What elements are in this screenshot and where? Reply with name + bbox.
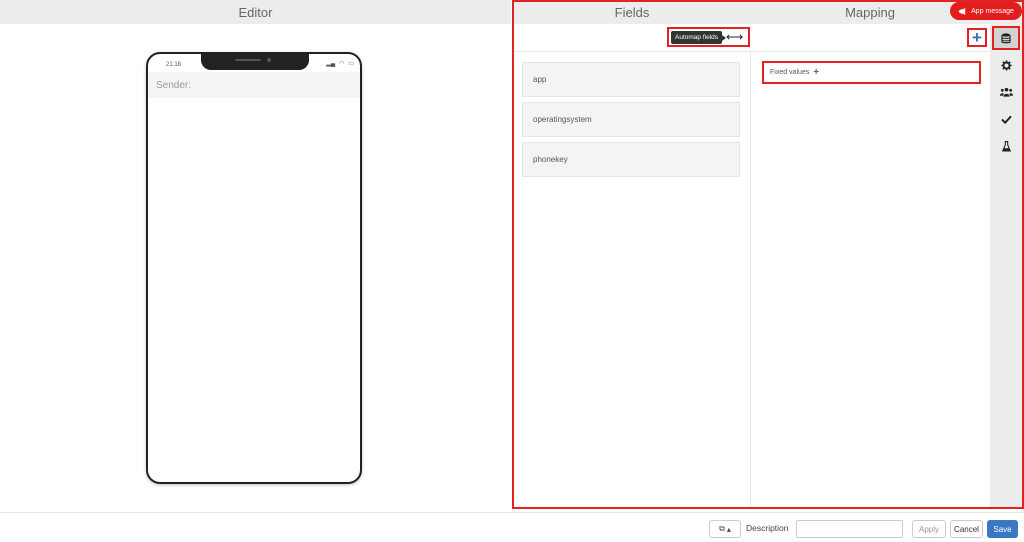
editor-header: Editor — [0, 0, 511, 24]
description-input[interactable] — [796, 520, 903, 538]
speaker-slot — [235, 59, 261, 61]
signal-icon: ▂▄ — [326, 61, 336, 67]
description-label: Description — [746, 523, 789, 533]
apply-button[interactable]: Apply — [912, 520, 946, 538]
highlight-frame — [512, 0, 1024, 509]
status-icons: ▂▄ ◠ ▭ — [326, 60, 354, 67]
copy-dropdown-button[interactable]: ⧉ ▴ — [709, 520, 741, 538]
caret-up-icon: ▴ — [726, 524, 731, 534]
sender-bar: Sender: — [148, 72, 360, 98]
editor-pane: Editor 21:18 ▂▄ ◠ ▭ Sender: — [0, 0, 511, 512]
app-root: Editor 21:18 ▂▄ ◠ ▭ Sender: Fields Mappi… — [0, 0, 1024, 542]
phone-preview: 21:18 ▂▄ ◠ ▭ Sender: — [146, 52, 362, 484]
camera-dot — [267, 58, 271, 62]
sender-label: Sender: — [156, 79, 192, 91]
cancel-button[interactable]: Cancel — [950, 520, 983, 538]
save-button[interactable]: Save — [987, 520, 1018, 538]
copy-icon: ⧉ — [719, 524, 725, 533]
phone-notch — [201, 54, 309, 70]
status-time: 21:18 — [166, 62, 182, 68]
battery-icon: ▭ — [348, 61, 354, 67]
wifi-icon: ◠ — [339, 61, 345, 67]
